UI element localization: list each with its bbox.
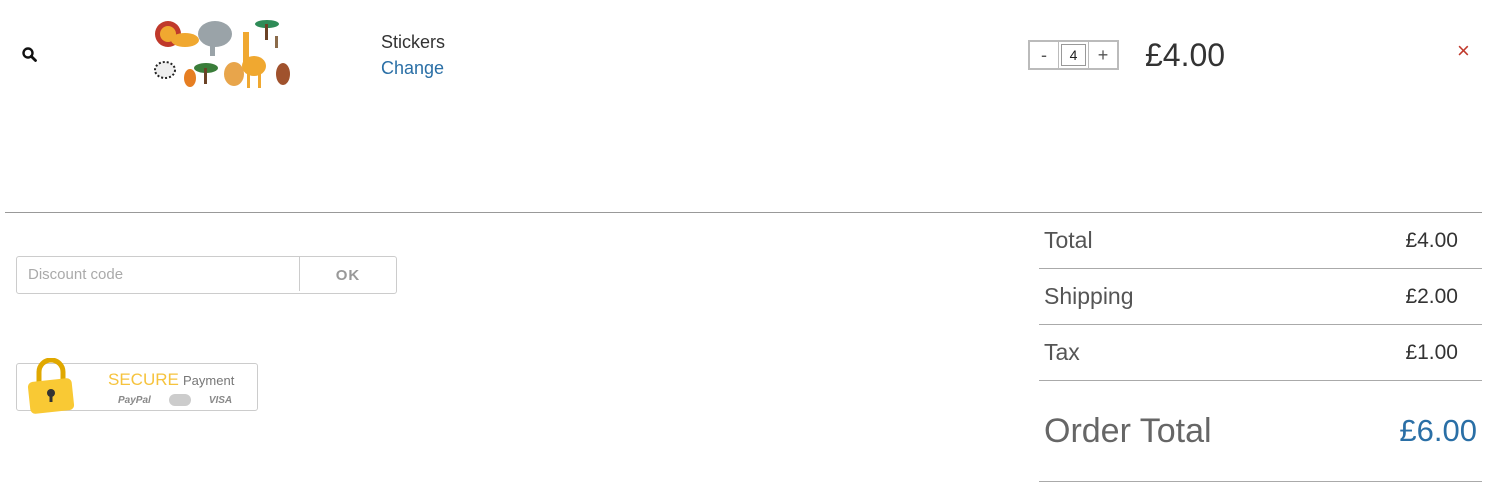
payment-brands: PayPal VISA <box>118 394 232 406</box>
close-icon[interactable]: × <box>1457 38 1470 64</box>
change-link[interactable]: Change <box>381 58 444 79</box>
order-totals: Total £4.00 Shipping £2.00 Tax £1.00 Ord… <box>1039 213 1482 482</box>
total-amount: £4.00 <box>1405 228 1458 252</box>
product-thumbnail[interactable] <box>150 16 300 90</box>
tax-amount: £1.00 <box>1405 340 1458 364</box>
shipping-amount: £2.00 <box>1405 284 1458 308</box>
quantity-stepper: - 4 + <box>1028 40 1119 70</box>
tax-label: Tax <box>1044 339 1080 365</box>
line-item-price: £4.00 <box>1145 37 1226 73</box>
product-name: Stickers <box>381 32 446 52</box>
order-total-row: Order Total £6.00 <box>1039 381 1482 482</box>
total-label: Total <box>1044 227 1093 253</box>
visa-logo: VISA <box>208 394 233 406</box>
total-row: Total £4.00 <box>1039 213 1482 269</box>
search-icon <box>22 47 37 62</box>
order-total-amount: £6.00 <box>1399 413 1477 448</box>
decrease-quantity-button[interactable]: - <box>1030 42 1059 68</box>
tax-row: Tax £1.00 <box>1039 325 1482 381</box>
paypal-logo: PayPal <box>118 394 151 406</box>
discount-code-input[interactable] <box>17 257 300 291</box>
shipping-label: Shipping <box>1044 283 1134 309</box>
increase-quantity-button[interactable]: + <box>1088 42 1117 68</box>
padlock-icon <box>27 358 75 414</box>
order-total-label: Order Total <box>1044 411 1212 450</box>
safari-stickers-image <box>154 20 290 88</box>
apply-discount-button[interactable]: OK <box>300 257 396 293</box>
secure-payment-badge: SECURE Payment PayPal VISA <box>16 358 258 414</box>
zoom-product-button[interactable] <box>21 46 39 64</box>
discount-form: OK <box>16 256 397 294</box>
quantity-value[interactable]: 4 <box>1061 44 1086 66</box>
shipping-row: Shipping £2.00 <box>1039 269 1482 325</box>
secure-label: SECURE <box>108 370 179 389</box>
payment-label: Payment <box>183 373 235 388</box>
mastercard-icon <box>168 394 191 406</box>
